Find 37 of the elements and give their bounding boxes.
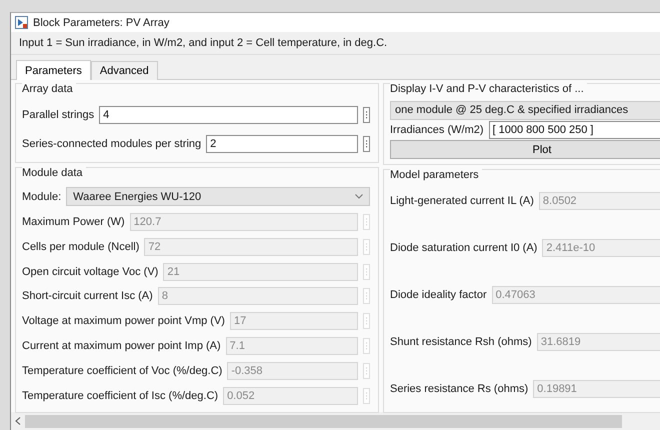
field-label: Diode ideality factor bbox=[390, 289, 487, 301]
input-field[interactable]: [ 1000 800 500 250 ] bbox=[488, 120, 660, 139]
tab[interactable]: Advanced bbox=[90, 61, 158, 80]
field-label: Light-generated current IL (A) bbox=[390, 195, 534, 207]
group-title: Array data bbox=[22, 83, 76, 95]
field-label: Voltage at maximum power point Vmp (V) bbox=[22, 315, 225, 328]
field-label: Maximum Power (W) bbox=[22, 216, 125, 228]
field-label: Temperature coefficient of Voc (%/deg.C) bbox=[22, 364, 222, 377]
field-label: Shunt resistance Rsh (ohms) bbox=[390, 336, 532, 348]
window-title: Block Parameters: PV Array bbox=[33, 16, 170, 28]
field-label: Series resistance Rs (ohms) bbox=[390, 383, 528, 395]
group-title: Module data bbox=[22, 167, 86, 179]
field-label: Open circuit voltage Voc (V) bbox=[22, 266, 158, 278]
field-label: Short-circuit current Isc (A) bbox=[22, 290, 153, 302]
field-label: Module: bbox=[22, 190, 62, 203]
group-title: Model parameters bbox=[390, 169, 482, 181]
input-field[interactable]: 4 bbox=[99, 106, 358, 124]
field-label: Irradiances (W/m2) bbox=[390, 124, 484, 136]
description-text: Input 1 = Sun irradiance, in W/m2, and input 2 = Cell temperature, in deg.C. bbox=[19, 37, 388, 49]
chevron-left-icon[interactable] bbox=[15, 417, 21, 425]
scrollbar-thumb[interactable] bbox=[25, 414, 622, 428]
input-field[interactable]: 2 bbox=[206, 134, 358, 152]
field-label: Temperature coefficient of Isc (%/deg.C) bbox=[22, 390, 218, 402]
plot-button[interactable]: Plot bbox=[390, 140, 660, 160]
field-label: Series-connected modules per string bbox=[22, 138, 202, 150]
field-label: Cells per module (Ncell) bbox=[22, 240, 140, 253]
more-icon[interactable] bbox=[363, 106, 370, 122]
mode-dropdown[interactable]: one module @ 25 deg.C & specified irradiances bbox=[390, 100, 660, 120]
module-dropdown[interactable]: Waaree Energies WU-120 bbox=[66, 187, 370, 206]
more-icon[interactable] bbox=[363, 136, 370, 152]
group-title: Display I-V and P-V characteristics of ... bbox=[390, 83, 587, 95]
field-label: Parallel strings bbox=[22, 108, 94, 120]
chevron-down-icon bbox=[355, 194, 363, 200]
block-icon bbox=[15, 16, 28, 29]
field-label: Current at maximum power point Imp (A) bbox=[22, 340, 221, 352]
tab[interactable]: Parameters bbox=[16, 60, 91, 80]
field-label: Diode saturation current I0 (A) bbox=[390, 242, 538, 254]
